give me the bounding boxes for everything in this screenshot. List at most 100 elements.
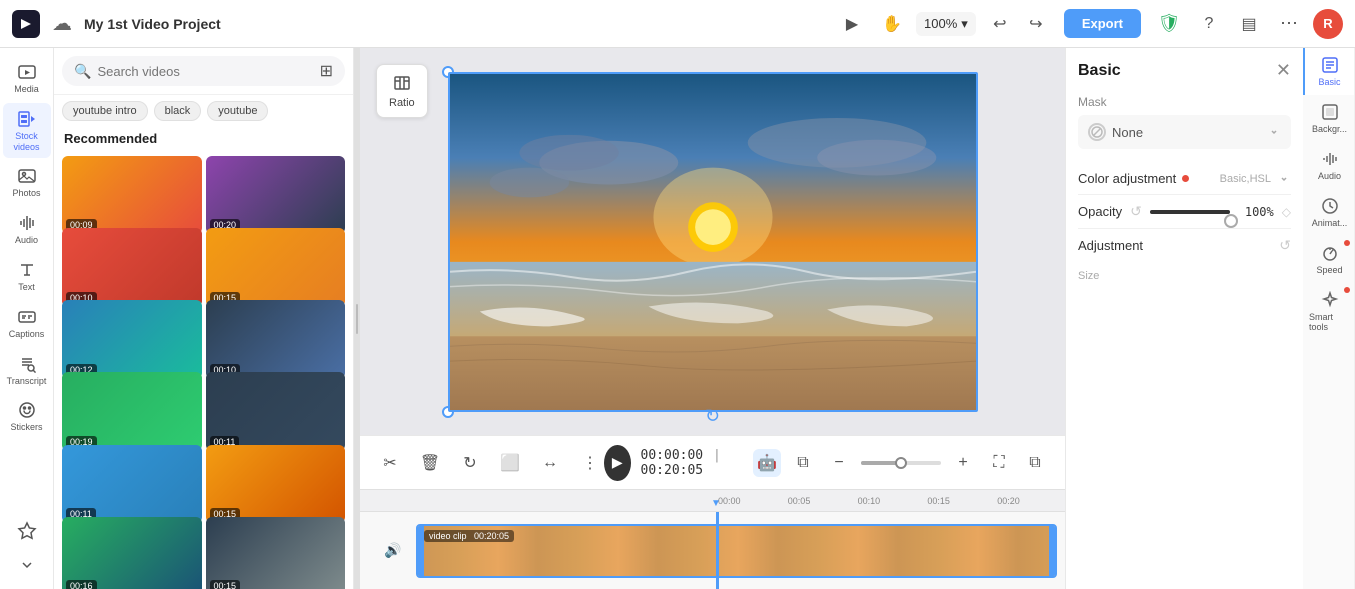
ruler-mark-0: 00:00	[716, 496, 786, 506]
undo-button[interactable]: ↩	[984, 8, 1016, 40]
sidebar-item-stickers[interactable]: Stickers	[3, 394, 51, 439]
fullscreen-button[interactable]: ⛶	[985, 449, 1013, 477]
play-tool-button[interactable]: ▶	[836, 8, 868, 40]
video-thumb-9[interactable]: 00:15	[206, 445, 346, 523]
clip-label: video clip 00:20:05	[424, 530, 514, 542]
recommended-title: Recommended	[54, 127, 353, 152]
sidebar-expand-button[interactable]	[3, 549, 51, 581]
tag-black[interactable]: black	[154, 101, 202, 121]
right-panel-content: Basic ✕ Mask None	[1066, 48, 1303, 589]
clip-handle-right[interactable]	[1049, 526, 1055, 576]
video-thumb-4[interactable]: 00:12	[62, 300, 202, 378]
color-adjustment-row[interactable]: Color adjustment Basic,HSL	[1078, 163, 1291, 195]
split-button[interactable]: ⋮	[576, 449, 604, 477]
timeline-track: 🔊 video clip 00:20:05	[360, 512, 1065, 589]
ratio-button[interactable]: Ratio	[376, 64, 428, 118]
layers-icon[interactable]: ▤	[1233, 8, 1265, 40]
video-thumb-8[interactable]: 00:11	[62, 445, 202, 523]
project-title: My 1st Video Project	[84, 16, 824, 32]
rotate-handle[interactable]: ↻	[705, 406, 720, 427]
tag-youtube-intro[interactable]: youtube intro	[62, 101, 148, 121]
tab-background[interactable]: Backgr...	[1303, 95, 1354, 142]
video-thumb-0[interactable]: 00:09	[62, 156, 202, 234]
help-icon[interactable]: ?	[1193, 8, 1225, 40]
sidebar-captions-label: Captions	[9, 329, 45, 340]
play-pause-button[interactable]: ▶	[604, 445, 631, 481]
user-avatar[interactable]: R	[1313, 9, 1343, 39]
video-thumb-11[interactable]: 00:15	[206, 517, 346, 589]
cloud-button[interactable]: ☁	[52, 11, 72, 36]
app-logo	[12, 10, 40, 38]
sidebar-item-media[interactable]: Media	[3, 56, 51, 101]
opacity-label: Opacity	[1078, 204, 1122, 219]
ratio-label: Ratio	[389, 97, 415, 109]
video-thumb-3[interactable]: 00:15	[206, 228, 346, 306]
duplicate-button[interactable]: ↻	[456, 449, 484, 477]
opacity-slider[interactable]	[1150, 210, 1230, 214]
tab-animate[interactable]: Animat...	[1303, 189, 1354, 236]
video-thumb-7[interactable]: 00:11	[206, 372, 346, 450]
clip-track[interactable]: video clip 00:20:05	[416, 524, 1057, 578]
topbar-tools: ▶ ✋ 100% ▾ ↩ ↪	[836, 8, 1052, 40]
ai-assistant-button[interactable]: 🤖	[753, 449, 781, 477]
tab-speed[interactable]: Speed	[1303, 236, 1354, 283]
tag-youtube[interactable]: youtube	[207, 101, 268, 121]
search-input-wrap: 🔍 ⊞	[62, 56, 345, 86]
crop-button[interactable]: ⬜	[496, 449, 524, 477]
sidebar-item-captions[interactable]: Captions	[3, 301, 51, 346]
zoom-in-button[interactable]: +	[949, 449, 977, 477]
volume-button[interactable]: 🔊	[384, 542, 401, 559]
trim-tool-button[interactable]: ✂	[376, 449, 404, 477]
tags-row: youtube intro black youtube	[54, 95, 353, 127]
delete-button[interactable]: 🗑	[416, 449, 444, 477]
track-left: 🔊	[370, 542, 416, 559]
zoom-out-button[interactable]: −	[825, 449, 853, 477]
clip-handle-left[interactable]	[418, 526, 424, 576]
flip-button[interactable]: ↔	[536, 449, 564, 477]
tab-audio[interactable]: Audio	[1303, 142, 1354, 189]
search-bar: 🔍 ⊞	[54, 48, 353, 95]
filter-button[interactable]: ⊞	[320, 61, 333, 81]
video-thumb-10[interactable]: 00:16	[62, 517, 202, 589]
timeline-tools: ✂ 🗑 ↻ ⬜ ↔ ⋮	[376, 449, 604, 477]
size-label: Size	[1078, 270, 1099, 282]
video-thumb-5[interactable]: 00:10	[206, 300, 346, 378]
timeline: 00:00 00:05 00:10 00:15 00:20 🔊 video cl…	[360, 489, 1065, 589]
close-panel-button[interactable]: ✕	[1276, 60, 1291, 81]
undo-redo-group: ↩ ↪	[984, 8, 1052, 40]
zoom-selector[interactable]: 100% ▾	[916, 12, 976, 36]
sidebar-item-favorites[interactable]	[3, 515, 51, 547]
ruler-mark-1: 00:05	[786, 496, 856, 506]
tab-smart-tools[interactable]: Smart tools	[1303, 283, 1354, 340]
adjustment-reset-button[interactable]: ↺	[1279, 237, 1291, 254]
sidebar-item-text[interactable]: Text	[3, 254, 51, 299]
main-layout: Media Stock videos Photos	[0, 48, 1355, 589]
shield-icon[interactable]: 🛡	[1153, 8, 1185, 40]
opacity-reset-button[interactable]: ↺	[1130, 203, 1142, 220]
tab-basic[interactable]: Basic	[1303, 48, 1354, 95]
opacity-value: 100%	[1238, 205, 1274, 219]
sidebar-item-photos[interactable]: Photos	[3, 160, 51, 205]
zoom-track[interactable]	[861, 461, 941, 465]
more-options-button[interactable]: ⋯	[1273, 8, 1305, 40]
redo-button[interactable]: ↪	[1020, 8, 1052, 40]
opacity-diamond-button[interactable]: ◇	[1282, 205, 1291, 219]
video-thumb-6[interactable]: 00:19	[62, 372, 202, 450]
search-input[interactable]	[97, 64, 313, 79]
center-area: Ratio	[360, 48, 1065, 589]
sidebar-item-stock-videos[interactable]: Stock videos	[3, 103, 51, 159]
hand-tool-button[interactable]: ✋	[876, 8, 908, 40]
left-sidebar: Media Stock videos Photos	[0, 48, 54, 589]
timeline-scrubber[interactable]	[716, 512, 719, 589]
mask-selector[interactable]: None	[1078, 115, 1291, 149]
sidebar-item-transcript[interactable]: Transcript	[3, 348, 51, 393]
export-button[interactable]: Export	[1064, 9, 1141, 38]
video-thumb-2[interactable]: 00:10	[62, 228, 202, 306]
pip-button[interactable]: ⧉	[1021, 449, 1049, 477]
split-view-button[interactable]: ⧉	[789, 449, 817, 477]
topbar: ☁ My 1st Video Project ▶ ✋ 100% ▾ ↩ ↪ Ex…	[0, 0, 1355, 48]
video-thumb-1[interactable]: 00:20	[206, 156, 346, 234]
right-panel-inner: Basic ✕ Mask None	[1066, 48, 1355, 589]
sidebar-item-audio[interactable]: Audio	[3, 207, 51, 252]
smart-tools-dot	[1344, 287, 1350, 293]
